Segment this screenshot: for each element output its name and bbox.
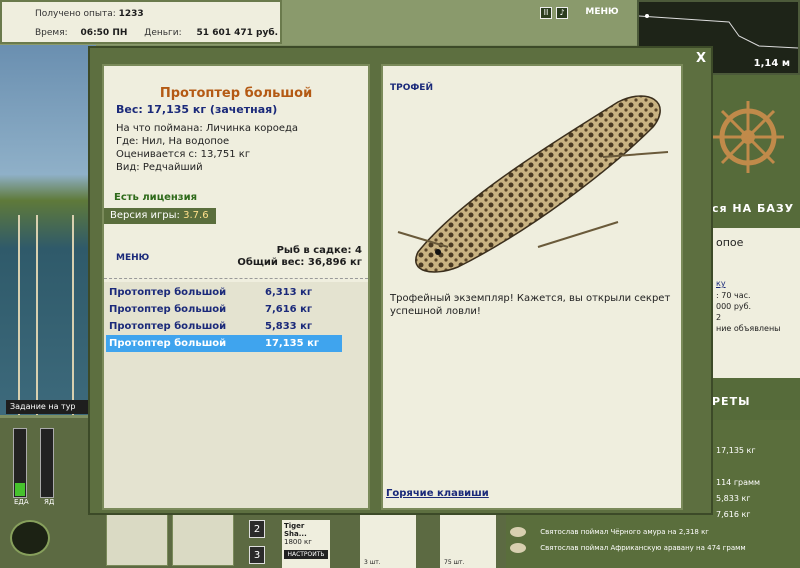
close-button[interactable]: X (692, 50, 710, 68)
value-line: Оценивается с: 13,751 кг (116, 149, 251, 160)
exp-label: Получено опыта: (35, 9, 116, 19)
location-count: 2 (716, 313, 722, 322)
lure-qty: 75 шт. (444, 559, 465, 566)
license-status: Есть лицензия (114, 192, 198, 203)
task-bar[interactable]: Задание на тур (6, 400, 96, 414)
money-label: Деньги: (144, 28, 182, 38)
menu-link[interactable]: МЕНЮ (116, 253, 149, 263)
location-link[interactable]: ку (716, 279, 726, 288)
trophy-description: Трофейный экземпляр! Кажется, вы открыли… (390, 293, 671, 317)
lake-name: опое (716, 236, 744, 249)
tiger-weight: 1800 кг (284, 538, 312, 546)
time-value: 06:50 ПН (80, 28, 128, 38)
catch-row-selected[interactable]: Протоптер большой 17,135 кг (106, 335, 342, 352)
location-hours: : 70 час. (716, 291, 751, 300)
total-weight: Общий вес: 36,896 кг (237, 257, 362, 268)
time-label: Время: (35, 28, 68, 38)
catch-name: Протоптер большой (109, 338, 227, 349)
catch-weight: 17,135 кг (265, 338, 320, 349)
catch-name: Протоптер большой (109, 287, 227, 298)
fishing-rod[interactable] (18, 215, 20, 415)
secrets-heading: РЕТЫ (712, 395, 751, 408)
catch-weight: 6,313 кг (265, 287, 313, 298)
fishing-rod[interactable] (36, 215, 38, 415)
place-line: Где: Нил, На водопое (116, 136, 230, 147)
money-value: 51 601 471 руб. (196, 28, 279, 38)
cutlery-icon[interactable] (106, 508, 168, 566)
configure-button[interactable]: НАСТРОИТЬ (284, 550, 328, 559)
slot-3[interactable]: 3 (249, 546, 265, 564)
news-text: Святослав поймал Африканскую аравану на … (540, 544, 746, 552)
tiger-name: Tiger Sha... (284, 522, 307, 538)
ship-wheel-icon[interactable] (712, 95, 784, 181)
player-stats: Получено опыта: 1233 Время: 06:50 ПН Ден… (0, 0, 282, 44)
trophy-label: ТРОФЕЙ (390, 83, 433, 93)
food-meter (13, 428, 27, 498)
top-menu-label: МЕНЮ (585, 7, 619, 17)
depth-value: 1,14 м (753, 58, 790, 69)
exp-value: 1233 (118, 9, 144, 19)
catch-list: Протоптер большой 6,313 кг Протоптер бол… (104, 282, 368, 508)
fish-title: Протоптер большой (159, 86, 313, 101)
keep-count: Рыб в садке: 4 (276, 245, 362, 256)
lungfish-image (397, 95, 669, 273)
divider (104, 278, 368, 279)
hotkeys-link[interactable]: Горячие клавиши (386, 488, 489, 499)
poison-label: ЯД (44, 498, 55, 506)
lure-qty: 3 шт. (364, 559, 381, 566)
version-label: Версия игры: (110, 210, 180, 221)
go-to-base-button[interactable]: ся НА БАЗУ (712, 202, 794, 215)
keep-net-summary: Рыб в садке: 4 Общий вес: 36,896 кг (237, 245, 362, 269)
food-label: ЕДА (14, 498, 29, 506)
catch-name: Протоптер большой (109, 321, 227, 332)
top-menu-button[interactable]: МЕНЮ (584, 0, 620, 24)
news-item: Святослав поймал Чёрного амура на 2,318 … (510, 524, 800, 540)
lure-slot[interactable]: 75 шт. (440, 512, 496, 568)
cooking-pot-icon[interactable] (10, 520, 50, 556)
news-text: Святослав поймал Чёрного амура на 2,318 … (540, 528, 709, 536)
fishing-scene (0, 45, 96, 415)
news-value: 5,833 кг (716, 494, 751, 503)
location-ads: ние объявлены (716, 324, 781, 333)
tiger-shark-slot[interactable]: Tiger Sha... 1800 кг НАСТРОИТЬ (282, 520, 330, 568)
news-item: Святослав поймал Африканскую аравану на … (510, 540, 800, 556)
catch-weight: 7,616 кг (265, 304, 313, 315)
fish-icon (510, 527, 526, 537)
fishing-rod[interactable] (72, 215, 74, 415)
catch-row[interactable]: Протоптер большой 5,833 кг (106, 318, 342, 335)
top-icons: II ♪ (540, 6, 568, 20)
sound-icon[interactable]: ♪ (556, 7, 568, 19)
poison-meter (40, 428, 54, 498)
catch-row[interactable]: Протоптер большой 7,616 кг (106, 301, 342, 318)
food-meter-fill (15, 482, 25, 496)
catch-name: Протоптер большой (109, 304, 227, 315)
fish-icon[interactable] (172, 508, 234, 566)
news-value: 7,616 кг (716, 510, 751, 519)
version-value: 3.7.6 (183, 210, 209, 221)
slot-2[interactable]: 2 (249, 520, 265, 538)
rarity-line: Вид: Редчайший (116, 162, 203, 173)
fish-info-card: Протоптер большой Вес: 17,135 кг (зачетн… (102, 64, 370, 510)
pause-icon[interactable]: II (540, 7, 552, 19)
bait-line: На что поймана: Личинка короеда (116, 123, 299, 134)
news-value: 114 грамм (716, 478, 761, 487)
fish-weight: Вес: 17,135 кг (зачетная) (116, 103, 278, 116)
catch-weight: 5,833 кг (265, 321, 313, 332)
game-version: Версия игры: 3.7.6 (104, 208, 216, 224)
fish-icon (510, 543, 526, 553)
location-price: 000 руб. (716, 302, 752, 311)
lure-slot[interactable]: 3 шт. (360, 512, 416, 568)
news-value: 17,135 кг (716, 446, 756, 455)
catch-row[interactable]: Протоптер большой 6,313 кг (106, 284, 342, 301)
